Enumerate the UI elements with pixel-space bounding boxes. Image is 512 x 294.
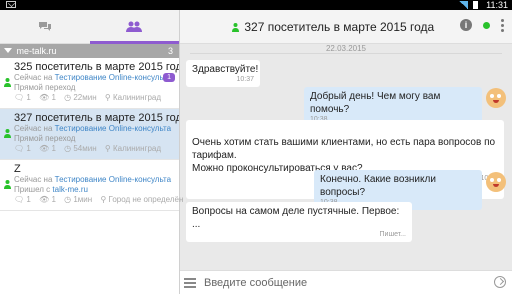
message-text: Здравствуйте!	[192, 64, 259, 75]
clock: 11:31	[486, 0, 508, 10]
more-menu-icon[interactable]	[501, 19, 504, 33]
views-stat: 👁 1	[39, 93, 56, 102]
current-page-link[interactable]: Тестирование Online-консульта	[55, 175, 171, 184]
message-list: 22.03.2015 Здравствуйте! 10:37 Добрый де…	[180, 44, 512, 270]
visitor-stats: 🗨 1 👁 1 ◷ 22мин ⚲ Калининград	[14, 93, 179, 103]
location-stat: ⚲ Калининград	[104, 144, 162, 153]
site-group-label: me-talk.ru	[16, 46, 57, 56]
visitor-name: 325 посетитель в марте 2015 года	[14, 61, 179, 73]
person-icon	[4, 129, 11, 138]
duration-stat: ◷ 1мин	[64, 195, 93, 204]
message-composer: Введите сообщение	[180, 270, 512, 294]
visitors-panel: me-talk.ru 3 325 посетитель в марте 2015…	[0, 10, 183, 294]
chat-panel: 327 посетитель в марте 2015 года i 22.03…	[180, 10, 512, 294]
visitor-stats: 🗨 1 👁 1 ◷ 1мин ⚲ Город не определён	[14, 195, 183, 205]
status-bar: 11:31	[0, 0, 512, 10]
current-page-prefix: Сейчас на	[14, 73, 53, 82]
person-icon	[232, 23, 239, 32]
tab-chats[interactable]	[0, 10, 90, 43]
duration-stat: ◷ 54мин	[64, 144, 97, 153]
current-page-link[interactable]: Тестирование Online-консульта	[55, 73, 171, 82]
visitor-item[interactable]: Z Сейчас на Тестирование Online-консульт…	[0, 160, 183, 211]
location-stat: ⚲ Город не определён	[100, 195, 184, 204]
source-prefix: Пришел с	[14, 185, 51, 194]
person-icon	[4, 180, 11, 189]
unread-badge: 1	[163, 73, 175, 82]
battery-icon	[473, 1, 478, 9]
tab-bar	[0, 10, 179, 44]
visitor-current-page: Сейчас на Тестирование Online-консульта	[14, 73, 179, 83]
users-icon	[126, 21, 143, 32]
person-icon	[4, 78, 11, 87]
online-status-icon	[483, 22, 490, 29]
current-page-prefix: Сейчас на	[14, 175, 53, 184]
menu-icon[interactable]	[184, 278, 196, 288]
visitor-stats: 🗨 1 👁 1 ◷ 54мин ⚲ Калининград	[14, 144, 179, 154]
chat-title: 327 посетитель в марте 2015 года	[232, 20, 434, 34]
messages-stat: 🗨 1	[14, 195, 31, 204]
message-input[interactable]: Введите сообщение	[204, 277, 307, 289]
tab-visitors[interactable]	[89, 10, 180, 44]
chat-bubbles-icon	[38, 21, 51, 31]
visitor-item[interactable]: 325 посетитель в марте 2015 года Сейчас …	[0, 58, 179, 109]
mail-icon	[6, 1, 16, 8]
visitor-name: 327 посетитель в марте 2015 года	[14, 112, 179, 124]
message-time: 10:37	[236, 76, 254, 83]
message-text: Очень хотим стать вашими клиентами, но е…	[192, 137, 496, 174]
operator-avatar	[486, 88, 506, 108]
visitor-current-page: Сейчас на Тестирование Online-консульта	[14, 175, 179, 185]
site-group-count: 3	[167, 46, 173, 56]
visitor-current-page: Сейчас на Тестирование Online-консульта	[14, 124, 179, 134]
visitor-name: Z	[14, 163, 21, 175]
current-page-prefix: Сейчас на	[14, 124, 53, 133]
message-text: Вопросы на самом деле пустячные. Первое:…	[192, 206, 400, 230]
duration-stat: ◷ 22мин	[64, 93, 97, 102]
visitor-source: Прямой переход	[14, 83, 76, 92]
visitor-item-selected[interactable]: 327 посетитель в марте 2015 года Сейчас …	[0, 109, 179, 160]
wifi-icon	[459, 1, 468, 9]
message-text: Конечно. Какие возникли вопросы?	[320, 174, 436, 198]
message-incoming: Здравствуйте! 10:37	[186, 60, 260, 87]
typing-indicator: Пишет...	[379, 231, 406, 238]
messages-stat: 🗨 1	[14, 93, 31, 102]
views-stat: 👁 1	[39, 195, 56, 204]
chat-header: 327 посетитель в марте 2015 года i	[180, 10, 512, 44]
messages-stat: 🗨 1	[14, 144, 31, 153]
chat-title-text: 327 посетитель в марте 2015 года	[244, 20, 435, 34]
send-icon[interactable]	[494, 276, 506, 288]
site-group-header[interactable]: me-talk.ru 3	[0, 44, 179, 58]
operator-avatar	[486, 172, 506, 192]
source-link[interactable]: talk-me.ru	[52, 185, 88, 194]
message-incoming: Вопросы на самом деле пустячные. Первое:…	[186, 202, 412, 242]
views-stat: 👁 1	[39, 144, 56, 153]
visitor-source: Пришел с talk-me.ru	[14, 185, 179, 195]
date-separator: 22.03.2015	[190, 44, 502, 54]
info-icon[interactable]: i	[460, 19, 472, 31]
message-text: Добрый день! Чем могу вам помочь?	[310, 91, 441, 115]
location-stat: ⚲ Калининград	[104, 93, 162, 102]
collapse-arrow-icon	[4, 48, 12, 53]
current-page-link[interactable]: Тестирование Online-консульта	[55, 124, 171, 133]
visitor-source: Прямой переход	[14, 134, 76, 143]
